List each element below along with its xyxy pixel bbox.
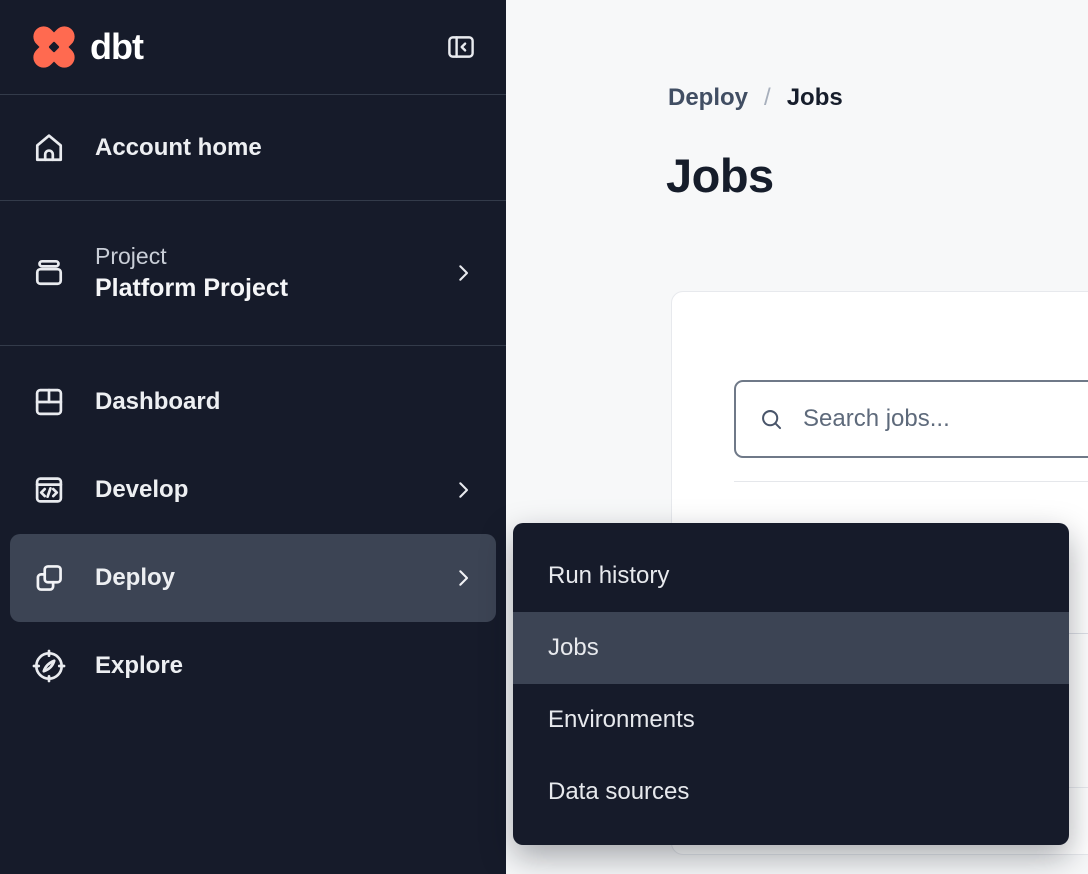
dbt-logo-text: dbt <box>90 26 143 68</box>
breadcrumb-current: Jobs <box>787 84 843 112</box>
sidebar-item-label: Account home <box>95 134 262 162</box>
menu-item-jobs[interactable]: Jobs <box>513 612 1069 684</box>
card-divider <box>734 481 1088 482</box>
project-box-icon <box>30 254 68 292</box>
sidebar-item-project[interactable]: Project Platform Project <box>0 201 506 346</box>
menu-item-run-history[interactable]: Run history <box>513 540 1069 612</box>
compass-icon <box>30 647 68 685</box>
sidebar-item-dashboard[interactable]: Dashboard <box>10 358 496 446</box>
code-window-icon <box>30 471 68 509</box>
sidebar-item-label: Deploy <box>95 564 175 592</box>
search-jobs-input[interactable] <box>801 404 1088 434</box>
project-name: Platform Project <box>95 274 288 303</box>
dashboard-grid-icon <box>30 383 68 421</box>
project-label: Project <box>95 243 288 270</box>
sidebar-item-account-home[interactable]: Account home <box>0 95 506 201</box>
breadcrumb-separator: / <box>764 84 771 112</box>
collapse-sidebar-button[interactable] <box>444 30 478 64</box>
sidebar-item-explore[interactable]: Explore <box>10 622 496 710</box>
sidebar-header: dbt <box>0 0 506 95</box>
chevron-right-icon <box>450 565 476 591</box>
sidebar-nav: Dashboard Develop <box>0 346 506 710</box>
menu-item-environments[interactable]: Environments <box>513 684 1069 756</box>
sidebar-item-label: Explore <box>95 652 183 680</box>
deploy-flyout-menu: Run history Jobs Environments Data sourc… <box>513 523 1069 845</box>
breadcrumb: Deploy / Jobs <box>668 84 843 112</box>
sidebar-item-label: Dashboard <box>95 388 220 416</box>
search-icon <box>758 406 785 433</box>
project-texts: Project Platform Project <box>95 243 288 303</box>
chevron-right-icon <box>450 477 476 503</box>
sidebar-item-develop[interactable]: Develop <box>10 446 496 534</box>
sidebar: dbt Account home <box>0 0 506 874</box>
menu-item-data-sources[interactable]: Data sources <box>513 756 1069 828</box>
chevron-right-icon <box>450 260 476 286</box>
deploy-copy-icon <box>30 559 68 597</box>
sidebar-item-label: Develop <box>95 476 188 504</box>
dbt-logo-icon <box>28 21 80 73</box>
breadcrumb-deploy-link[interactable]: Deploy <box>668 84 748 112</box>
search-box <box>734 380 1088 458</box>
page-title: Jobs <box>666 148 774 203</box>
home-icon <box>30 129 68 167</box>
sidebar-item-deploy[interactable]: Deploy <box>10 534 496 622</box>
panel-collapse-left-icon <box>444 30 478 64</box>
